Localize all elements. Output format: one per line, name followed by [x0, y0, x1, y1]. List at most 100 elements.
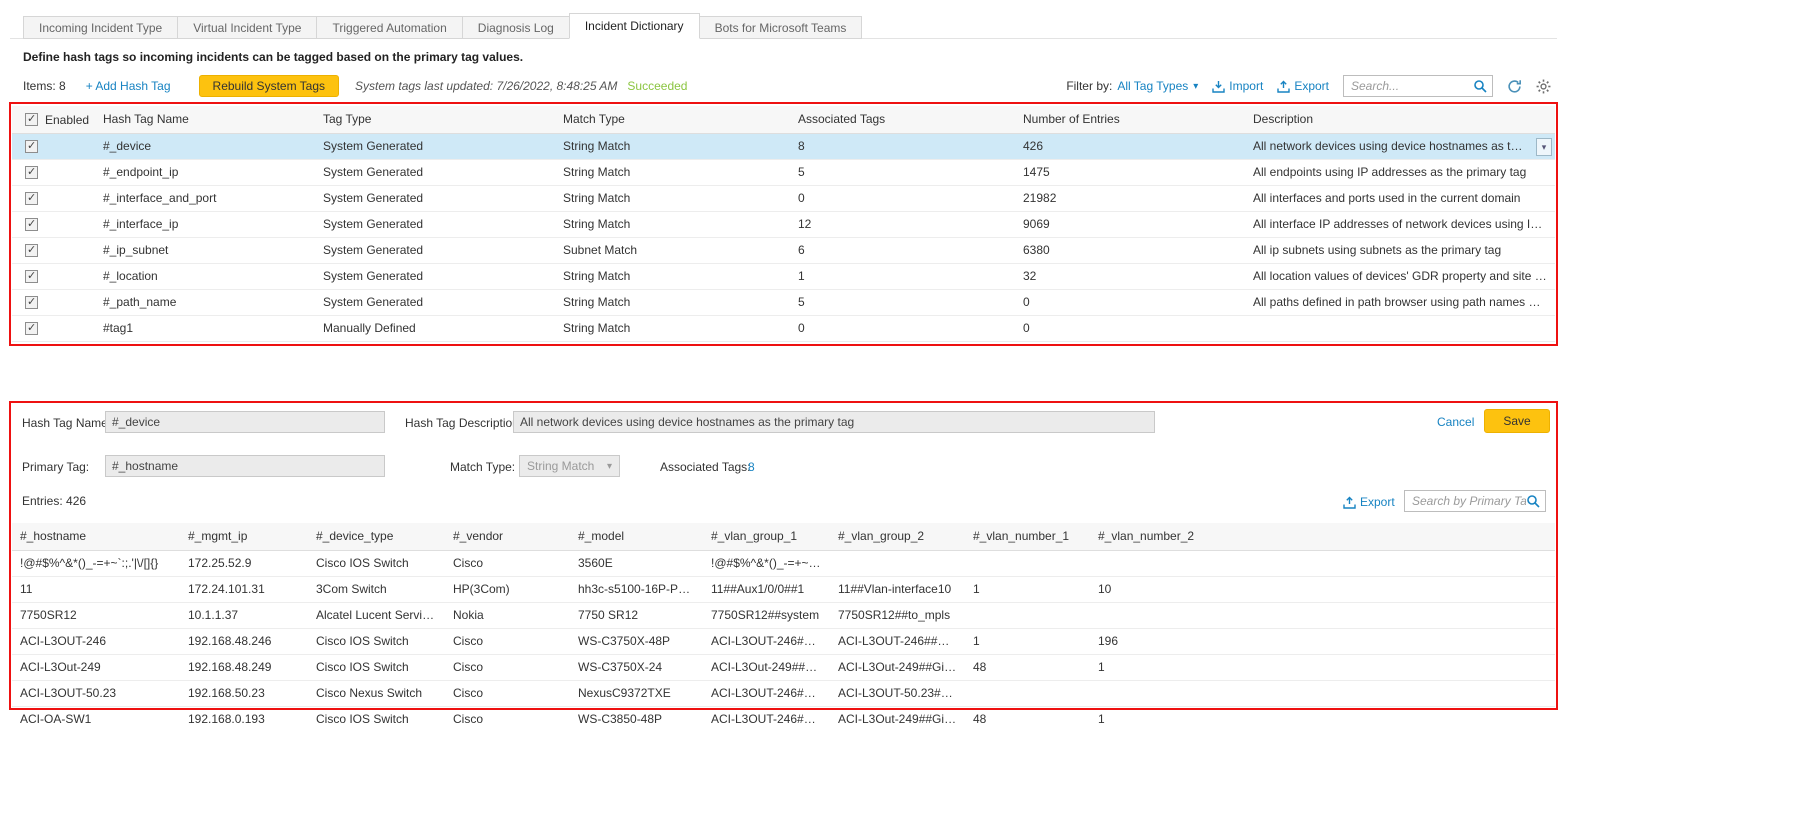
export-icon — [1277, 80, 1290, 93]
tag-type-filter[interactable]: Filter by: All Tag Types ▾ — [1066, 79, 1198, 93]
column-header: Hash Tag Name — [95, 106, 315, 133]
entry-row[interactable]: ACI-L3Out-249192.168.48.249Cisco IOS Swi… — [12, 654, 1555, 680]
hash-tag-row[interactable]: #_interface_ipSystem GeneratedString Mat… — [12, 211, 1555, 237]
table-cell: 0 — [790, 185, 1015, 211]
column-header: Match Type — [555, 106, 790, 133]
hash-tag-table-header: EnabledHash Tag NameTag TypeMatch TypeAs… — [12, 106, 1555, 133]
hash-tag-name-field[interactable] — [105, 411, 385, 433]
entry-row[interactable]: !@#$%^&*()_-=+~`:;.'|\/[]{}172.25.52.9Ci… — [12, 550, 1555, 576]
entry-cell: 192.168.50.23 — [180, 680, 308, 706]
entry-cell — [1090, 602, 1220, 628]
description-expand-dropdown[interactable]: ▾ — [1536, 138, 1552, 156]
entry-row[interactable]: 7750SR1210.1.1.37Alcatel Lucent Service … — [12, 602, 1555, 628]
row-enabled-checkbox[interactable] — [25, 218, 38, 231]
page-description: Define hash tags so incoming incidents c… — [23, 50, 523, 64]
entry-cell-filler — [1220, 706, 1555, 732]
search-icon[interactable] — [1526, 494, 1540, 508]
entries-table-header: #_hostname#_mgmt_ip#_device_type#_vendor… — [12, 523, 1555, 550]
table-cell: System Generated — [315, 237, 555, 263]
table-cell: 12 — [790, 211, 1015, 237]
entries-column-header: #_model — [570, 523, 703, 550]
description-cell: All ip subnets using subnets as the prim… — [1245, 237, 1555, 263]
row-enabled-checkbox[interactable] — [25, 166, 38, 179]
entries-column-header: #_vlan_number_1 — [965, 523, 1090, 550]
table-cell: 32 — [1015, 263, 1245, 289]
chevron-down-icon: ▾ — [607, 461, 612, 472]
hash-tag-name-label: Hash Tag Name: — [22, 416, 111, 430]
tab-incoming-incident-type[interactable]: Incoming Incident Type — [23, 16, 178, 39]
entry-cell: ACI-L3OUT-50.23 — [12, 680, 180, 706]
row-enabled-checkbox[interactable] — [25, 322, 38, 335]
primary-tag-search-box — [1404, 490, 1546, 512]
tab-bots-for-microsoft-teams[interactable]: Bots for Microsoft Teams — [699, 16, 863, 39]
hash-tag-row[interactable]: #_endpoint_ipSystem GeneratedString Matc… — [12, 159, 1555, 185]
row-enabled-checkbox[interactable] — [25, 140, 38, 153]
row-enabled-checkbox[interactable] — [25, 270, 38, 283]
row-enabled-checkbox[interactable] — [25, 192, 38, 205]
entry-cell: Nokia — [445, 602, 570, 628]
table-cell: String Match — [555, 315, 790, 341]
associated-tags-link[interactable]: 8 — [748, 460, 755, 474]
tab-incident-dictionary[interactable]: Incident Dictionary — [569, 13, 700, 39]
search-box — [1343, 75, 1493, 97]
hash-tag-row[interactable]: #_interface_and_portSystem GeneratedStri… — [12, 185, 1555, 211]
hash-tag-row[interactable]: #_locationSystem GeneratedString Match13… — [12, 263, 1555, 289]
table-cell: 1 — [790, 263, 1015, 289]
search-icon[interactable] — [1473, 79, 1487, 93]
entry-cell: 172.24.101.31 — [180, 576, 308, 602]
tab-triggered-automation[interactable]: Triggered Automation — [316, 16, 462, 39]
entry-cell: HP(3Com) — [445, 576, 570, 602]
hash-tag-description-field[interactable] — [513, 411, 1155, 433]
entry-row[interactable]: ACI-L3OUT-246192.168.48.246Cisco IOS Swi… — [12, 628, 1555, 654]
primary-tag-search-input[interactable] — [1412, 494, 1526, 508]
table-cell: System Generated — [315, 185, 555, 211]
row-enabled-checkbox[interactable] — [25, 296, 38, 309]
refresh-icon[interactable] — [1507, 79, 1522, 94]
export-button[interactable]: Export — [1277, 79, 1329, 93]
table-cell: 5 — [790, 289, 1015, 315]
entry-row[interactable]: ACI-OA-SW1192.168.0.193Cisco IOS SwitchC… — [12, 706, 1555, 732]
hash-tag-row[interactable]: #_path_nameSystem GeneratedString Match5… — [12, 289, 1555, 315]
entries-export-button[interactable]: Export — [1343, 495, 1395, 509]
entry-cell: 10.1.1.37 — [180, 602, 308, 628]
primary-tag-field[interactable] — [105, 455, 385, 477]
table-cell: 6 — [790, 237, 1015, 263]
save-button[interactable]: Save — [1484, 409, 1550, 433]
table-cell: 9069 — [1015, 211, 1245, 237]
table-cell: 0 — [1015, 289, 1245, 315]
entries-column-header: #_hostname — [12, 523, 180, 550]
rebuild-system-tags-button[interactable]: Rebuild System Tags — [199, 75, 340, 97]
row-enabled-checkbox[interactable] — [25, 244, 38, 257]
hash-tag-row[interactable]: #tag1Manually DefinedString Match00 — [12, 315, 1555, 341]
entry-cell: Cisco — [445, 706, 570, 732]
tab-diagnosis-log[interactable]: Diagnosis Log — [462, 16, 570, 39]
select-all-checkbox[interactable] — [25, 113, 38, 126]
description-cell: All paths defined in path browser using … — [1245, 289, 1555, 315]
gear-icon[interactable] — [1536, 79, 1551, 94]
entry-cell: ACI-L3Out-249##Gigab... — [830, 706, 965, 732]
hash-tag-row[interactable]: #_ip_subnetSystem GeneratedSubnet Match6… — [12, 237, 1555, 263]
entry-row[interactable]: 11172.24.101.313Com SwitchHP(3Com)hh3c-s… — [12, 576, 1555, 602]
entry-cell: ACI-L3Out-249 — [12, 654, 180, 680]
entries-column-header: #_vendor — [445, 523, 570, 550]
toolbar-right: Filter by: All Tag Types ▾ Import Export — [1066, 75, 1551, 97]
table-cell: 1475 — [1015, 159, 1245, 185]
cancel-button[interactable]: Cancel — [1437, 415, 1474, 429]
hash-tag-row[interactable]: #_deviceSystem GeneratedString Match8426… — [12, 133, 1555, 159]
import-button[interactable]: Import — [1212, 79, 1263, 93]
entry-cell: 1 — [965, 628, 1090, 654]
description-cell: All location values of devices' GDR prop… — [1245, 263, 1555, 289]
table-cell: System Generated — [315, 133, 555, 159]
filter-by-label: Filter by: — [1066, 79, 1112, 93]
search-input[interactable] — [1351, 79, 1473, 93]
entries-column-header: #_vlan_number_2 — [1090, 523, 1220, 550]
add-hash-tag-button[interactable]: + Add Hash Tag — [86, 79, 171, 93]
column-header: Description — [1245, 106, 1555, 133]
table-cell: String Match — [555, 133, 790, 159]
entry-row[interactable]: ACI-L3OUT-50.23192.168.50.23Cisco Nexus … — [12, 680, 1555, 706]
table-cell: #_path_name — [95, 289, 315, 315]
tab-virtual-incident-type[interactable]: Virtual Incident Type — [177, 16, 317, 39]
tab-bar: Incoming Incident TypeVirtual Incident T… — [23, 13, 862, 39]
entry-cell-filler — [1220, 628, 1555, 654]
entry-cell — [965, 680, 1090, 706]
